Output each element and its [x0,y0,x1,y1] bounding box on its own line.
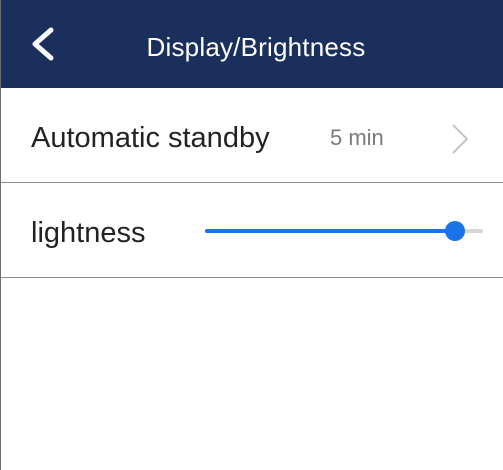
lightness-slider[interactable] [205,217,485,243]
page-title: Display/Brightness [146,32,366,62]
lightness-label: lightness [31,217,146,249]
lightness-row: lightness [1,183,503,277]
divider [1,277,503,278]
slider-thumb[interactable] [445,221,465,241]
slider-fill [205,229,455,233]
automatic-standby-label: Automatic standby [31,122,270,154]
back-button[interactable] [21,22,65,66]
automatic-standby-row[interactable]: Automatic standby 5 min [1,88,503,182]
header-bar: Display/Brightness [1,0,503,88]
automatic-standby-value: 5 min [330,125,384,150]
screen: Display/Brightness Automatic standby 5 m… [0,0,503,470]
chevron-right-icon [447,121,471,157]
chevron-left-icon [32,27,54,61]
